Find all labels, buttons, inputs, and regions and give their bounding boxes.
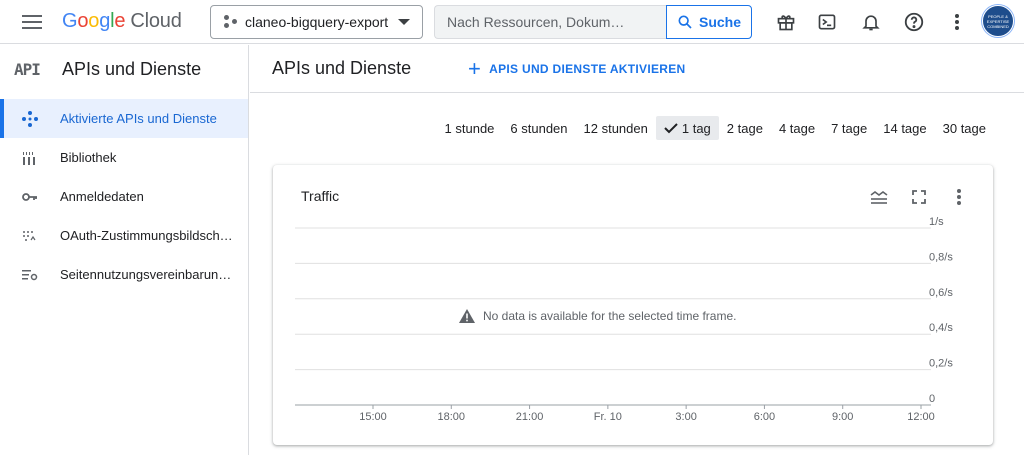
time-range-6-hours[interactable]: 6 stunden (502, 116, 575, 140)
x-tick-label: 3:00 (675, 411, 696, 423)
y-tick-label: 1/s (929, 216, 944, 228)
chevron-down-icon (398, 19, 410, 25)
sidebar-item-oauth-consent[interactable]: OAuth-Zustimmungsbildschi… (0, 216, 248, 255)
time-range-12-hours[interactable]: 12 stunden (576, 116, 656, 140)
time-range-14-days[interactable]: 14 tage (875, 116, 934, 140)
sidebar-title: APIs und Dienste (62, 58, 202, 79)
project-name: claneo-bigquery-export (245, 14, 389, 30)
card-more-vert-icon[interactable] (947, 185, 971, 209)
time-range-7-days[interactable]: 7 tage (823, 116, 875, 140)
key-icon (22, 192, 60, 202)
time-range-1-day[interactable]: 1 tag (655, 116, 719, 140)
time-range-2-days[interactable]: 2 tage (719, 116, 771, 140)
time-range-4-days[interactable]: 4 tage (771, 116, 823, 140)
sidebar-item-page-usage-agreements[interactable]: Seitennutzungsvereinbarung… (0, 255, 248, 294)
no-data-message: No data is available for the selected ti… (459, 309, 736, 323)
search-button[interactable]: Suche (666, 5, 752, 39)
api-diamond-icon (22, 110, 60, 127)
bell-icon[interactable] (859, 10, 883, 34)
x-tick-label: 21:00 (516, 411, 544, 423)
search-input[interactable] (434, 5, 666, 39)
sidebar-item-enabled-apis[interactable]: Aktivierte APIs und Dienste (0, 99, 248, 138)
api-icon: API (14, 59, 41, 79)
oauth-icon (22, 230, 60, 242)
enable-apis-button[interactable]: + APIS UND DIENSTE AKTIVIEREN (468, 55, 686, 81)
library-icon (22, 151, 60, 165)
top-bar: GoogleCloud claneo-bigquery-export Suche… (0, 0, 1024, 44)
card-actions (867, 185, 971, 209)
search-icon (678, 15, 692, 29)
plus-icon: + (468, 55, 482, 81)
fullscreen-icon[interactable] (907, 185, 931, 209)
sidebar-item-credentials[interactable]: Anmeldedaten (0, 177, 248, 216)
x-tick-label: 6:00 (754, 411, 775, 423)
warning-icon (459, 309, 475, 323)
x-tick-label: 15:00 (359, 411, 387, 423)
sidebar: API APIs und Dienste Aktivierte APIs und… (0, 45, 249, 455)
card-title: Traffic (301, 188, 340, 204)
check-icon (664, 123, 678, 134)
project-icon (223, 14, 239, 30)
project-selector[interactable]: claneo-bigquery-export (210, 5, 423, 39)
x-tick-label: 12:00 (907, 411, 935, 423)
x-tick-label: 9:00 (832, 411, 853, 423)
time-range-30-days[interactable]: 30 tage (935, 116, 994, 140)
x-tick-label: 18:00 (438, 411, 466, 423)
sidebar-header: API APIs und Dienste (0, 45, 248, 93)
cloud-shell-icon[interactable] (815, 10, 839, 34)
x-tick-label: Fr. 10 (594, 411, 622, 423)
main-menu-icon[interactable] (22, 12, 42, 32)
gift-icon[interactable] (774, 10, 798, 34)
sidebar-item-library[interactable]: Bibliothek (0, 138, 248, 177)
settings-list-icon (22, 269, 60, 281)
y-tick-label: 0,4/s (929, 322, 953, 334)
y-tick-label: 0 (929, 393, 935, 405)
y-tick-label: 0,2/s (929, 358, 953, 370)
help-icon[interactable] (902, 10, 926, 34)
main-header: APIs und Dienste + APIS UND DIENSTE AKTI… (250, 45, 1024, 93)
more-vert-icon[interactable] (945, 10, 969, 34)
traffic-card: 0 0,2/s 0,4/s 0,6/s 0,8/s 1/s 15:00 18:00 21:00 F… (273, 165, 993, 445)
page-title: APIs und Dienste (272, 58, 412, 78)
time-range-1-hour[interactable]: 1 stunde (437, 116, 503, 140)
avatar[interactable]: PEOPLE & EXPERTISE COMBINED (982, 5, 1014, 37)
google-cloud-logo[interactable]: Google Cloud (62, 10, 182, 33)
y-tick-label: 0,6/s (929, 287, 953, 299)
main-content: APIs und Dienste + APIS UND DIENSTE AKTI… (250, 45, 1024, 455)
legend-toggle-icon[interactable] (867, 185, 891, 209)
time-range-selector: 1 stunde 6 stunden 12 stunden 1 tag 2 ta… (437, 116, 994, 140)
y-tick-label: 0,8/s (929, 251, 953, 263)
